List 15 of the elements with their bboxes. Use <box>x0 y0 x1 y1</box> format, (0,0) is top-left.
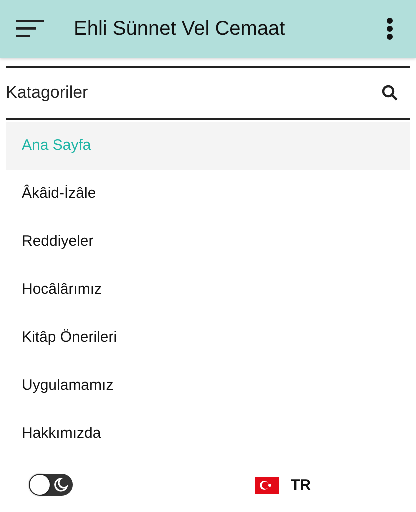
search-icon[interactable] <box>382 85 398 101</box>
flag-icon[interactable] <box>255 476 279 494</box>
language-code[interactable]: TR <box>291 476 311 494</box>
dark-mode-toggle[interactable] <box>29 474 73 496</box>
app-title: Ehli Sünnet Vel Cemaat <box>74 18 286 40</box>
menu-item[interactable]: Reddiyeler <box>6 218 410 266</box>
menu-item[interactable]: Âkâid-İzâle <box>6 170 410 218</box>
menu-icon[interactable] <box>16 20 44 38</box>
menu-item[interactable]: Uygulamamız <box>6 362 410 410</box>
menu-item[interactable]: Kitâp Önerileri <box>6 314 410 362</box>
more-options-icon[interactable] <box>386 17 394 41</box>
menu-item[interactable]: Hocâlârımız <box>6 266 410 314</box>
moon-icon <box>52 477 68 493</box>
search-field[interactable]: Katagoriler <box>6 83 382 103</box>
menu-item[interactable]: Hakkımızda <box>6 410 410 458</box>
